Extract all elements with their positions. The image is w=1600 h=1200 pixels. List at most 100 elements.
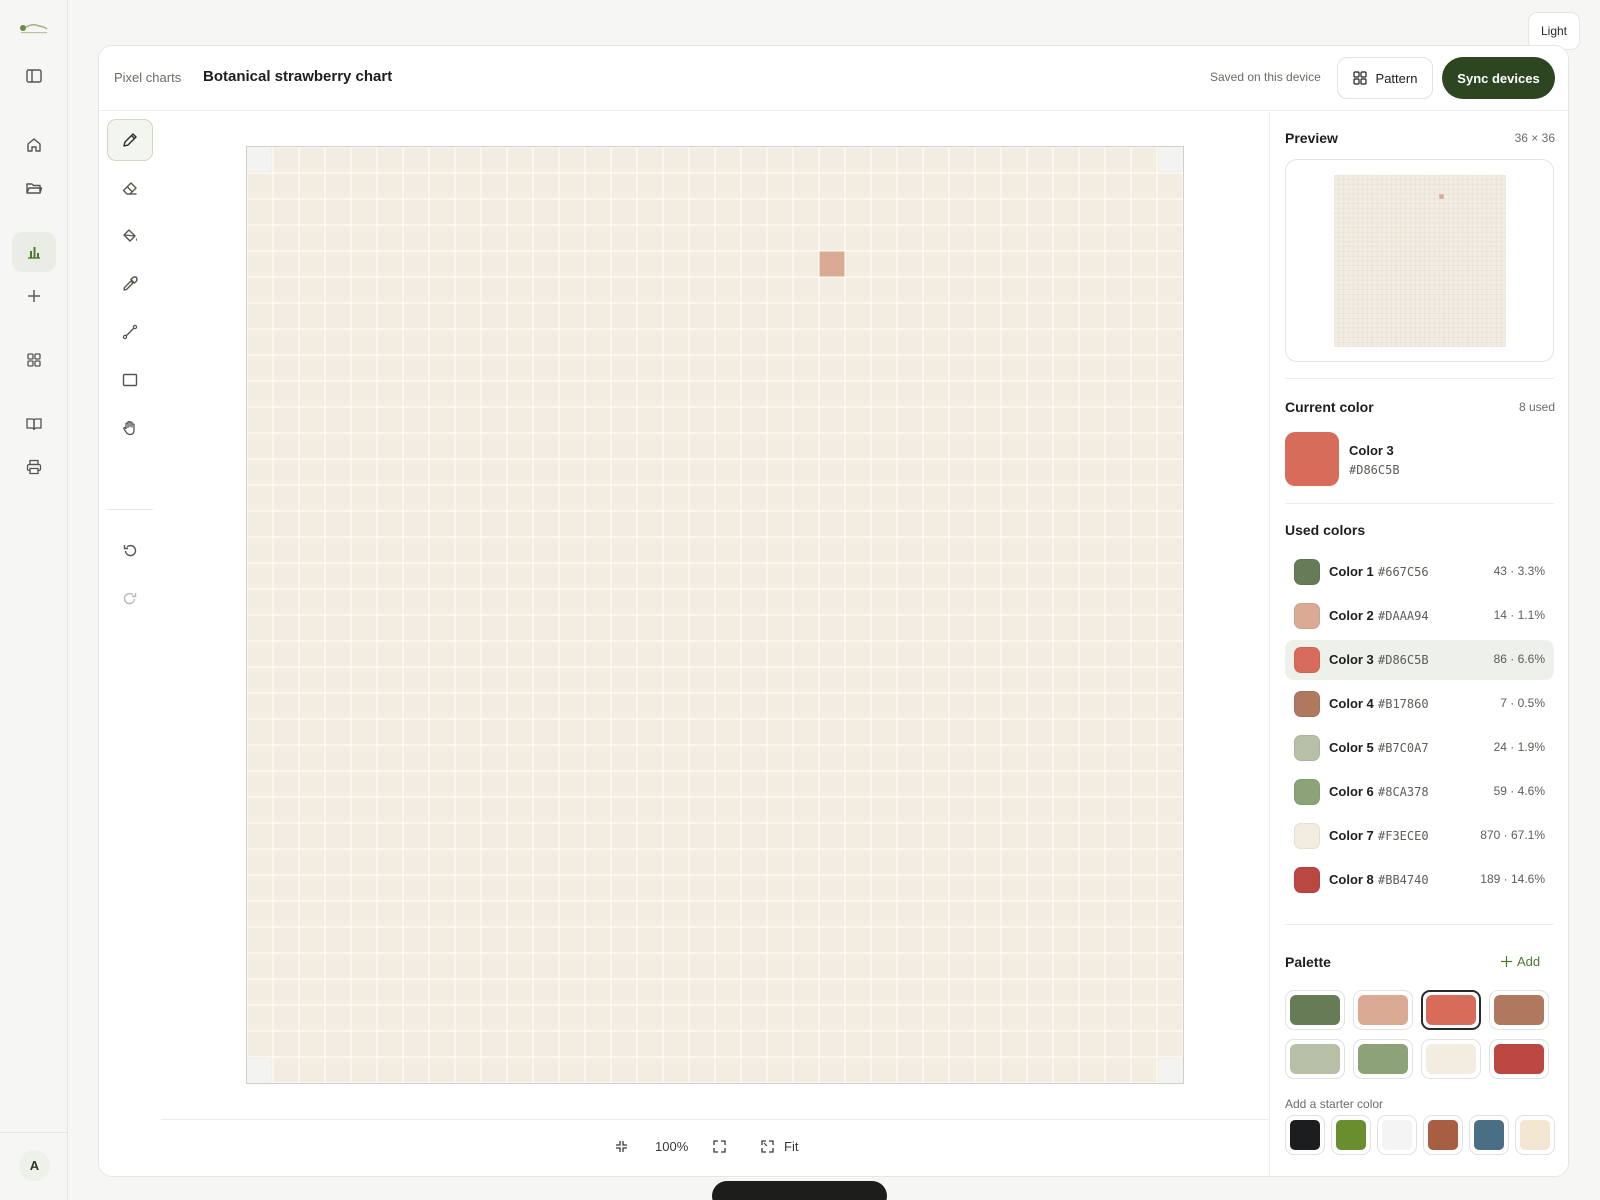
starter-color-swatch[interactable]: [1285, 1115, 1325, 1155]
color-name: Color 4: [1329, 696, 1374, 711]
palette-swatch[interactable]: [1489, 1039, 1549, 1079]
avatar[interactable]: A: [19, 1150, 50, 1181]
redo-button[interactable]: [107, 578, 153, 620]
used-color-row[interactable]: Color 8 #BB4740 189 · 14.6%: [1285, 860, 1554, 900]
starter-color-label: Add a starter color: [1285, 1097, 1384, 1111]
used-color-row[interactable]: Color 7 #F3ECE0 870 · 67.1%: [1285, 816, 1554, 856]
starter-color: [1336, 1120, 1366, 1150]
grid-icon: [27, 353, 41, 367]
undo-button[interactable]: [107, 530, 153, 572]
palette-swatch[interactable]: [1421, 990, 1481, 1030]
eraser-tool[interactable]: [107, 167, 153, 209]
used-count: 8 used: [1518, 400, 1555, 414]
hand-icon: [123, 420, 135, 436]
printer-icon: [26, 459, 42, 475]
starter-color-swatch[interactable]: [1469, 1115, 1509, 1155]
add-color-button[interactable]: Add: [1500, 954, 1540, 969]
color-usage: 24 · 1.9%: [1493, 740, 1545, 754]
page-title[interactable]: Botanical strawberry chart: [203, 68, 392, 85]
panel-divider: [1285, 378, 1554, 379]
folder-open-icon: [26, 183, 43, 194]
palette-swatch[interactable]: [1285, 990, 1345, 1030]
current-color-swatch[interactable]: [1285, 432, 1339, 486]
tool-divider: [107, 509, 153, 510]
palette-swatch-color: [1426, 1044, 1476, 1074]
color-swatch: [1294, 647, 1320, 673]
used-color-row[interactable]: Color 2 #DAAA94 14 · 1.1%: [1285, 596, 1554, 636]
used-colors-title: Used colors: [1285, 522, 1366, 538]
palette-swatch[interactable]: [1421, 1039, 1481, 1079]
projects-button[interactable]: [12, 168, 56, 208]
library-button[interactable]: [12, 404, 56, 444]
color-hex: #F3ECE0: [1378, 829, 1429, 843]
starter-color: [1520, 1120, 1550, 1150]
starter-color-swatch[interactable]: [1515, 1115, 1555, 1155]
paint-bucket-icon: [123, 229, 137, 242]
book-icon: [26, 418, 42, 431]
color-swatch: [1294, 867, 1320, 893]
side-panel: Preview 36 × 36 Current color 8 used Col…: [1269, 112, 1568, 1176]
canvas-corner: [247, 1059, 271, 1083]
pixel-grid[interactable]: [247, 147, 1183, 1083]
bottom-dock[interactable]: [712, 1181, 887, 1200]
print-button[interactable]: [12, 447, 56, 487]
add-color-label: Add: [1517, 954, 1541, 969]
pixel-cell: [819, 251, 845, 277]
fit-button[interactable]: Fit: [760, 1139, 798, 1154]
preview-cell: [1439, 194, 1444, 199]
sidebar-toggle-button[interactable]: [12, 56, 56, 96]
starter-color-swatch[interactable]: [1377, 1115, 1417, 1155]
collapse-icon: [616, 1141, 627, 1152]
palette-swatch-color: [1358, 1044, 1408, 1074]
pixel-canvas[interactable]: [246, 146, 1184, 1084]
sync-devices-button[interactable]: Sync devices: [1442, 57, 1555, 99]
color-usage: 43 · 3.3%: [1493, 564, 1545, 578]
color-usage: 870 · 67.1%: [1480, 828, 1545, 842]
palette-swatch[interactable]: [1353, 1039, 1413, 1079]
color-hex: #8CA378: [1378, 785, 1429, 799]
palette-swatch[interactable]: [1353, 990, 1413, 1030]
palette-swatch-color: [1358, 995, 1408, 1025]
used-color-row[interactable]: Color 6 #8CA378 59 · 4.6%: [1285, 772, 1554, 812]
new-chart-button[interactable]: [12, 276, 56, 316]
palette-swatch-color: [1494, 995, 1544, 1025]
color-name: Color 3: [1329, 652, 1374, 667]
used-color-row[interactable]: Color 5 #B7C0A7 24 · 1.9%: [1285, 728, 1554, 768]
color-usage: 14 · 1.1%: [1493, 608, 1545, 622]
zoom-in-button[interactable]: [712, 1139, 727, 1154]
used-color-row[interactable]: Color 1 #667C56 43 · 3.3%: [1285, 552, 1554, 592]
zoom-out-button[interactable]: [614, 1139, 629, 1154]
pattern-button[interactable]: Pattern: [1337, 57, 1433, 99]
line-tool[interactable]: [107, 311, 153, 353]
canvas-corner: [247, 147, 271, 171]
apps-button[interactable]: [12, 340, 56, 380]
palette-swatch-color: [1426, 995, 1476, 1025]
color-hex: #B17860: [1378, 697, 1429, 711]
undo-icon: [123, 544, 137, 557]
zoom-level: 100%: [655, 1139, 689, 1154]
eyedropper-icon: [123, 276, 138, 291]
used-color-row[interactable]: Color 4 #B17860 7 · 0.5%: [1285, 684, 1554, 724]
fit-label: Fit: [784, 1139, 799, 1154]
rectangle-tool[interactable]: [107, 359, 153, 401]
breadcrumb[interactable]: Pixel charts: [114, 70, 181, 85]
home-icon: [27, 138, 41, 152]
editor-header: Pixel charts Botanical strawberry chart …: [99, 46, 1568, 111]
current-color-hex: #D86C5B: [1349, 463, 1400, 477]
home-button[interactable]: [12, 125, 56, 165]
pencil-tool[interactable]: [107, 119, 153, 161]
panel-divider: [1285, 503, 1554, 504]
palette-swatch[interactable]: [1285, 1039, 1345, 1079]
fill-tool[interactable]: [107, 215, 153, 257]
starter-color-swatch[interactable]: [1423, 1115, 1463, 1155]
pan-tool[interactable]: [107, 407, 153, 449]
eyedropper-tool[interactable]: [107, 263, 153, 305]
sidebar-icon: [26, 69, 42, 83]
palette-swatch[interactable]: [1489, 990, 1549, 1030]
charts-button[interactable]: [12, 232, 56, 272]
used-color-row[interactable]: Color 3 #D86C5B 86 · 6.6%: [1285, 640, 1554, 680]
color-hex: #DAAA94: [1378, 609, 1429, 623]
starter-color-swatch[interactable]: [1331, 1115, 1371, 1155]
zoom-divider: [161, 1119, 1268, 1120]
starter-color: [1290, 1120, 1320, 1150]
